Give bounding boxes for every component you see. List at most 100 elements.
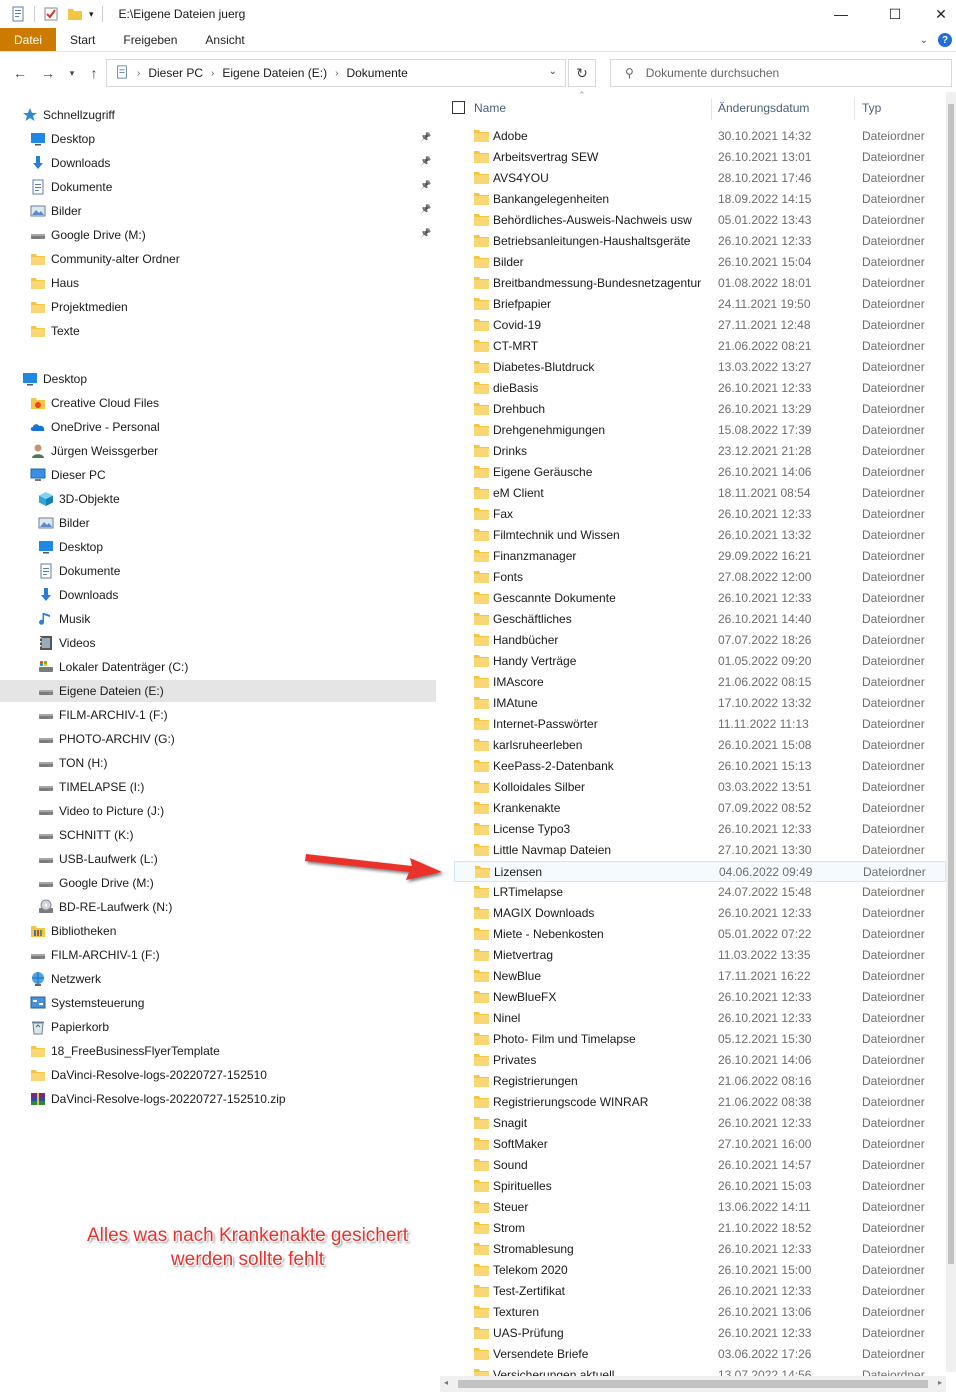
file-row[interactable]: Photo- Film und Timelapse 05.12.2021 15:3… xyxy=(454,1029,946,1050)
nav-item[interactable]: Community-alter Ordner xyxy=(30,248,180,270)
minimize-button[interactable]: — xyxy=(818,0,864,28)
chevron-down-icon[interactable]: ▾ xyxy=(89,9,94,20)
nav-item[interactable]: 3D-Objekte xyxy=(38,488,120,510)
close-button[interactable]: ✕ xyxy=(918,0,956,28)
file-row[interactable]: Sound 26.10.2021 14:57 Dateiordner xyxy=(454,1155,946,1176)
file-row[interactable]: Registrierungscode WINRAR 21.06.2022 08:3… xyxy=(454,1092,946,1113)
pin-icon[interactable]: 📌 xyxy=(420,156,431,167)
file-row[interactable]: Lizensen 04.06.2022 09:49 Dateiordner xyxy=(454,861,946,882)
file-row[interactable]: Texturen 26.10.2021 13:06 Dateiordner xyxy=(454,1302,946,1323)
new-folder-icon[interactable] xyxy=(67,6,83,22)
file-row[interactable]: Covid-19 27.11.2021 12:48 Dateiordner xyxy=(454,315,946,336)
nav-item[interactable]: Videos xyxy=(38,632,95,654)
nav-item[interactable]: Downloads xyxy=(30,152,110,174)
scroll-left-icon[interactable]: ◂ xyxy=(444,1378,448,1387)
file-row[interactable]: Bankangelegenheiten 18.09.2022 14:15 Datei… xyxy=(454,189,946,210)
nav-item[interactable]: Dieser PC xyxy=(30,464,106,486)
file-row[interactable]: Registrierungen 21.06.2022 08:16 Dateiordn… xyxy=(454,1071,946,1092)
nav-item[interactable]: Google Drive (M:) xyxy=(30,224,146,246)
file-row[interactable]: Strom 21.10.2022 18:52 Dateiordner xyxy=(454,1218,946,1239)
nav-item[interactable]: DaVinci-Resolve-logs-20220727-152510.zip xyxy=(30,1088,286,1110)
nav-item[interactable]: Haus xyxy=(30,272,79,294)
recent-locations-icon[interactable]: ▾ xyxy=(62,63,82,83)
file-row[interactable]: Filmtechnik und Wissen 26.10.2021 13:32 Da… xyxy=(454,525,946,546)
chevron-down-icon[interactable]: ⌄ xyxy=(549,66,557,77)
file-row[interactable]: SoftMaker 27.10.2021 16:00 Dateiordner xyxy=(454,1134,946,1155)
file-row[interactable]: Adobe 30.10.2021 14:32 Dateiordner xyxy=(454,126,946,147)
file-row[interactable]: Stromablesung 26.10.2021 12:33 Dateiordner xyxy=(454,1239,946,1260)
file-row[interactable]: Eigene Geräusche 26.10.2021 14:06 Dateiord… xyxy=(454,462,946,483)
file-row[interactable]: NewBlueFX 26.10.2021 12:33 Dateiordner xyxy=(454,987,946,1008)
horizontal-scrollbar[interactable]: ◂ ▸ xyxy=(440,1376,946,1392)
nav-item[interactable]: Dokumente xyxy=(30,176,112,198)
file-row[interactable]: Ninel 26.10.2021 12:33 Dateiordner xyxy=(454,1008,946,1029)
column-date[interactable]: Änderungsdatum xyxy=(718,92,809,124)
nav-item[interactable]: Lokaler Datenträger (C:) xyxy=(38,656,188,678)
help-icon[interactable]: ? xyxy=(938,33,952,47)
file-row[interactable]: UAS-Prüfung 26.10.2021 12:33 Dateiordner xyxy=(454,1323,946,1344)
pin-icon[interactable]: 📌 xyxy=(420,228,431,239)
tab-start[interactable]: Start xyxy=(56,28,109,51)
horizontal-scroll-thumb[interactable] xyxy=(458,1380,928,1388)
nav-item[interactable]: Desktop xyxy=(30,128,95,150)
file-row[interactable]: Snagit 26.10.2021 12:33 Dateiordner xyxy=(454,1113,946,1134)
file-row[interactable]: Drehbuch 26.10.2021 13:29 Dateiordner xyxy=(454,399,946,420)
pin-icon[interactable]: 📌 xyxy=(420,204,431,215)
file-row[interactable]: Telekom 2020 26.10.2021 15:00 Dateiordner xyxy=(454,1260,946,1281)
nav-item[interactable]: Dokumente xyxy=(38,560,120,582)
nav-item[interactable]: Video to Picture (J:) xyxy=(38,800,164,822)
properties-icon[interactable] xyxy=(10,6,26,22)
nav-item[interactable]: Projektmedien xyxy=(30,296,128,318)
tab-freigeben[interactable]: Freigeben xyxy=(109,28,191,51)
address-bar[interactable]: › Dieser PC › Eigene Dateien (E:) › Doku… xyxy=(106,59,566,87)
file-row[interactable]: Drinks 23.12.2021 21:28 Dateiordner xyxy=(454,441,946,462)
nav-item[interactable]: TIMELAPSE (I:) xyxy=(38,776,144,798)
column-name[interactable]: Name xyxy=(474,92,506,124)
file-row[interactable]: karlsruheerleben 26.10.2021 15:08 Dateiord… xyxy=(454,735,946,756)
file-row[interactable]: AVS4YOU 28.10.2021 17:46 Dateiordner xyxy=(454,168,946,189)
file-row[interactable]: IMAtune 17.10.2022 13:32 Dateiordner xyxy=(454,693,946,714)
file-row[interactable]: Geschäftliches 26.10.2021 14:40 Dateiordne… xyxy=(454,609,946,630)
vertical-scrollbar[interactable] xyxy=(946,92,956,1372)
nav-item[interactable]: FILM-ARCHIV-1 (F:) xyxy=(30,944,160,966)
nav-item[interactable]: 18_FreeBusinessFlyerTemplate xyxy=(30,1040,220,1062)
forward-icon[interactable]: → xyxy=(38,63,58,83)
nav-item[interactable]: Bibliotheken xyxy=(30,920,116,942)
nav-item[interactable]: Google Drive (M:) xyxy=(38,872,154,894)
breadcrumb-dieser-pc[interactable]: Dieser PC xyxy=(148,66,203,80)
breadcrumb-dokumente[interactable]: Dokumente xyxy=(346,66,407,80)
file-row[interactable]: IMAscore 21.06.2022 08:15 Dateiordner xyxy=(454,672,946,693)
column-divider[interactable] xyxy=(711,98,712,120)
up-icon[interactable]: ↑ xyxy=(84,63,104,83)
nav-item[interactable]: Desktop xyxy=(38,536,103,558)
file-row[interactable]: Fax 26.10.2021 12:33 Dateiordner xyxy=(454,504,946,525)
nav-item[interactable]: Bilder xyxy=(38,512,90,534)
nav-item[interactable]: OneDrive - Personal xyxy=(30,416,160,438)
nav-item[interactable]: Desktop xyxy=(22,368,87,390)
check-icon[interactable] xyxy=(43,6,59,22)
file-row[interactable]: Privates 26.10.2021 14:06 Dateiordner xyxy=(454,1050,946,1071)
nav-item[interactable]: Schnellzugriff xyxy=(22,104,115,126)
file-row[interactable]: Behördliches-Ausweis-Nachweis usw 05.01.2… xyxy=(454,210,946,231)
breadcrumb-eigene-dateien[interactable]: Eigene Dateien (E:) xyxy=(222,66,327,80)
file-row[interactable]: CT-MRT 21.06.2022 08:21 Dateiordner xyxy=(454,336,946,357)
file-row[interactable]: Briefpapier 24.11.2021 19:50 Dateiordner xyxy=(454,294,946,315)
pin-icon[interactable]: 📌 xyxy=(420,180,431,191)
file-row[interactable]: Steuer 13.06.2022 14:11 Dateiordner xyxy=(454,1197,946,1218)
nav-item[interactable]: BD-RE-Laufwerk (N:) xyxy=(38,896,172,918)
nav-item[interactable]: Eigene Dateien (E:) xyxy=(0,680,436,702)
file-row[interactable]: Handy Verträge 01.05.2022 09:20 Dateiordne… xyxy=(454,651,946,672)
file-row[interactable]: Bilder 26.10.2021 15:04 Dateiordner xyxy=(454,252,946,273)
file-row[interactable]: Miete - Nebenkosten 05.01.2022 07:22 Datei… xyxy=(454,924,946,945)
select-all-checkbox[interactable] xyxy=(452,101,465,114)
file-row[interactable]: NewBlue 17.11.2021 16:22 Dateiordner xyxy=(454,966,946,987)
refresh-button[interactable]: ↻ xyxy=(568,59,596,87)
column-type[interactable]: Typ xyxy=(862,92,881,124)
file-row[interactable]: eM Client 18.11.2021 08:54 Dateiordner xyxy=(454,483,946,504)
file-row[interactable]: Versendete Briefe 03.06.2022 17:26 Dateior… xyxy=(454,1344,946,1365)
file-row[interactable]: License Typo3 26.10.2021 12:33 Dateiordner xyxy=(454,819,946,840)
file-row[interactable]: Betriebsanleitungen-Haushaltsgeräte 26.10… xyxy=(454,231,946,252)
file-row[interactable]: Spirituelles 26.10.2021 15:03 Dateiordner xyxy=(454,1176,946,1197)
maximize-button[interactable]: ☐ xyxy=(872,0,918,28)
nav-item[interactable]: FILM-ARCHIV-1 (F:) xyxy=(38,704,168,726)
